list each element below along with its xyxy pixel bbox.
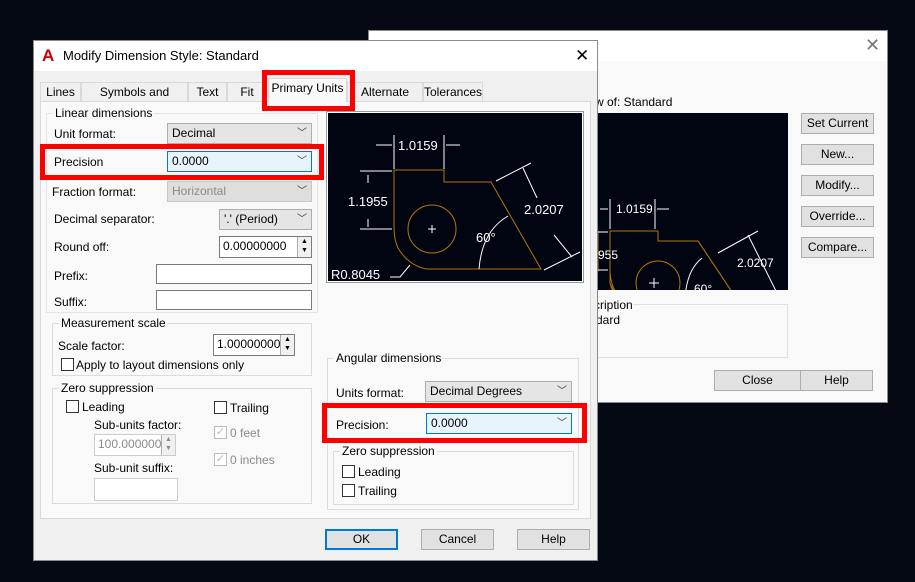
dialog-title: Modify Dimension Style: Standard xyxy=(63,48,259,63)
close-icon[interactable]: ✕ xyxy=(575,46,589,66)
preview-dim-radius: R0.8045 xyxy=(331,267,380,281)
chevron-down-icon: ﹀ xyxy=(297,128,307,139)
highlight-linear-precision xyxy=(40,144,324,180)
leading-label: Leading xyxy=(82,400,125,414)
compare-button[interactable]: Compare... xyxy=(801,237,874,258)
preview-dim-right: 2.0207 xyxy=(737,256,774,270)
tab-alternate-units[interactable]: Alternate Units xyxy=(347,82,423,117)
preview-dim-left: 1.1955 xyxy=(348,194,388,209)
prefix-label: Prefix: xyxy=(54,269,89,283)
fraction-format-select[interactable]: Horizontal ﹀ xyxy=(167,181,312,202)
cancel-button[interactable]: Cancel xyxy=(421,529,494,550)
tab-text[interactable]: Text xyxy=(188,82,227,102)
close-icon[interactable]: ✕ xyxy=(865,35,880,56)
tab-tolerances[interactable]: Tolerances xyxy=(423,82,483,102)
decimal-separator-select[interactable]: '.' (Period) ﹀ xyxy=(219,209,312,230)
prefix-input[interactable] xyxy=(156,264,312,284)
measurement-scale-title: Measurement scale xyxy=(59,316,168,330)
angular-leading-label: Leading xyxy=(358,465,401,479)
override-button[interactable]: Override... xyxy=(801,206,874,227)
angular-leading-checkbox[interactable] xyxy=(342,465,355,478)
angular-dimensions-title: Angular dimensions xyxy=(334,351,444,365)
spinner-arrows-icon[interactable]: ▲ ▼ xyxy=(161,435,175,455)
apply-layout-checkbox[interactable] xyxy=(61,358,74,371)
chevron-down-icon: ﹀ xyxy=(557,386,567,397)
angular-trailing-label: Trailing xyxy=(358,484,397,498)
ok-button[interactable]: OK xyxy=(325,529,398,550)
description-group: cription dard xyxy=(579,298,788,358)
spinner-arrows-icon[interactable]: ▲ ▼ xyxy=(297,237,311,257)
sub-units-factor-label: Sub-units factor: xyxy=(94,418,182,432)
leading-checkbox[interactable] xyxy=(66,400,79,413)
preview-dim-angle: 60° xyxy=(694,282,712,290)
angular-trailing-checkbox[interactable] xyxy=(342,484,355,497)
apply-layout-label: Apply to layout dimensions only xyxy=(76,358,245,372)
angular-zero-suppression-title: Zero suppression xyxy=(340,444,437,458)
trailing-checkbox[interactable] xyxy=(214,401,227,414)
unit-format-label: Unit format: xyxy=(54,127,117,141)
modify-button[interactable]: Modify... xyxy=(801,175,874,196)
tab-symbols-arrows[interactable]: Symbols and Arrows xyxy=(81,82,188,117)
description-value: dard xyxy=(596,313,621,327)
help-button[interactable]: Help xyxy=(800,370,873,391)
zero-suppression-title: Zero suppression xyxy=(59,381,156,395)
fraction-format-label: Fraction format: xyxy=(52,185,137,199)
chevron-down-icon: ﹀ xyxy=(297,186,307,197)
preview-dim-left: 955 xyxy=(598,248,618,262)
highlight-angular-precision xyxy=(322,403,587,443)
new-button[interactable]: New... xyxy=(801,144,874,165)
sub-units-factor-value: 100.0000000 xyxy=(98,437,169,451)
close-button[interactable]: Close xyxy=(714,370,801,391)
feet-checkbox[interactable]: ✓ xyxy=(214,426,227,439)
description-label: cription xyxy=(594,298,633,312)
tab-primary-units[interactable]: Primary Units xyxy=(268,78,347,102)
preview-dim-angle: 60° xyxy=(476,230,496,245)
tab-fit[interactable]: Fit xyxy=(227,82,267,102)
fraction-format-value: Horizontal xyxy=(172,184,227,198)
feet-label: 0 feet xyxy=(230,426,261,440)
preview-dim-right: 2.0207 xyxy=(524,202,564,217)
round-off-value: 0.00000000 xyxy=(223,239,287,253)
unit-format-select[interactable]: Decimal ﹀ xyxy=(167,123,312,144)
sub-units-factor-input[interactable]: 100.0000000 ▲ ▼ xyxy=(94,434,176,456)
preview-label: w of: Standard xyxy=(595,95,673,109)
preview-image: 1.0159 1.1955 2.0207 60° R0.8045 xyxy=(328,113,582,282)
decimal-separator-value: '.' (Period) xyxy=(224,212,278,226)
scale-factor-label: Scale factor: xyxy=(58,339,125,353)
spinner-arrows-icon[interactable]: ▲ ▼ xyxy=(280,335,294,355)
set-current-button[interactable]: Set Current xyxy=(801,113,874,134)
sub-unit-suffix-label: Sub-unit suffix: xyxy=(94,461,174,475)
preview-image: 1.0159 955 2.0207 60° 045 xyxy=(598,113,788,290)
chevron-down-icon: ﹀ xyxy=(297,214,307,225)
scale-factor-input[interactable]: 1.00000000 ▲ ▼ xyxy=(213,334,295,356)
inches-checkbox[interactable]: ✓ xyxy=(214,453,227,466)
linear-dimensions-title: Linear dimensions xyxy=(53,106,155,120)
inches-label: 0 inches xyxy=(230,453,275,467)
units-format-value: Decimal Degrees xyxy=(430,384,523,398)
suffix-label: Suffix: xyxy=(54,295,88,309)
autocad-logo-icon: A xyxy=(42,46,55,65)
round-off-label: Round off: xyxy=(54,240,110,254)
units-format-label: Units format: xyxy=(336,386,405,400)
trailing-label: Trailing xyxy=(230,401,269,415)
unit-format-value: Decimal xyxy=(172,126,216,140)
units-format-select[interactable]: Decimal Degrees ﹀ xyxy=(425,381,572,402)
help-button[interactable]: Help xyxy=(517,529,590,550)
preview-dim-top: 1.0159 xyxy=(616,202,653,216)
sub-unit-suffix-input[interactable] xyxy=(94,478,178,501)
tab-lines[interactable]: Lines xyxy=(40,82,81,102)
scale-factor-value: 1.00000000 xyxy=(217,337,281,351)
decimal-separator-label: Decimal separator: xyxy=(54,212,155,226)
suffix-input[interactable] xyxy=(156,290,312,310)
round-off-input[interactable]: 0.00000000 ▲ ▼ xyxy=(219,236,312,258)
preview-dim-top: 1.0159 xyxy=(398,138,438,153)
